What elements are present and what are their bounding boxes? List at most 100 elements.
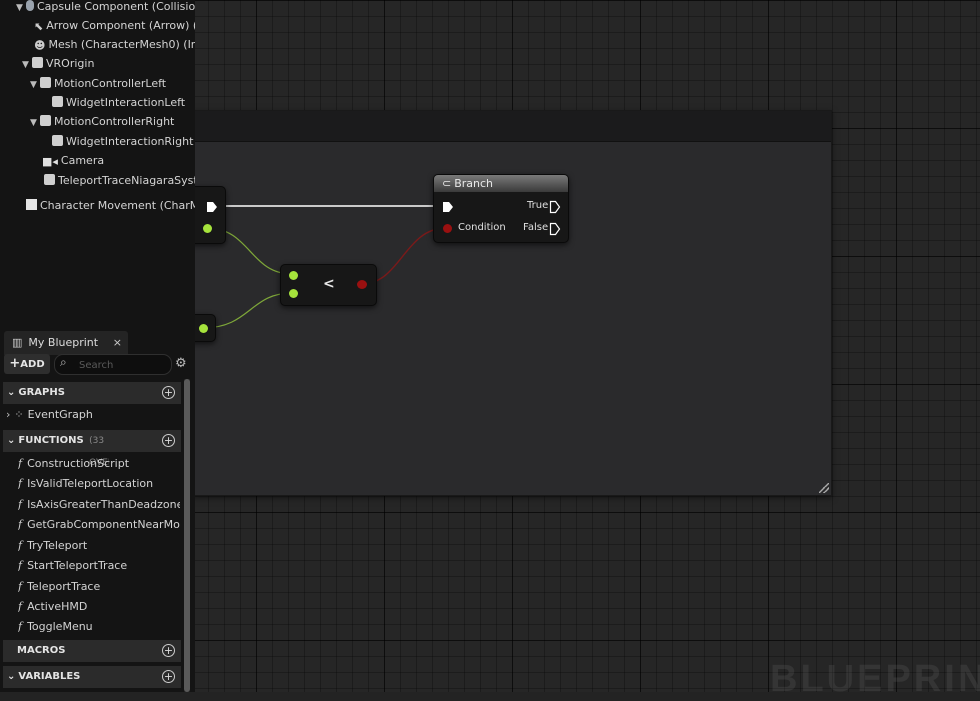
branch-title: Branch (454, 177, 494, 190)
book-icon: ▥ (12, 336, 23, 349)
functions-section-header[interactable]: ⌄FUNCTIONS (33 OVERRIDABLE) + (3, 430, 181, 468)
function-label: TryTeleport (27, 539, 88, 552)
tree-item-widget-interaction-right[interactable]: WidgetInteractionRight (52, 132, 193, 151)
float-in-pin-a-icon[interactable] (289, 271, 298, 280)
branch-node[interactable]: ⊂ Branch Condition True False (433, 174, 569, 243)
chevron-down-icon: ⌄ (7, 671, 16, 682)
motion-controller-icon (40, 115, 51, 126)
add-graph-icon[interactable]: + (162, 386, 175, 399)
function-icon: ƒ (18, 600, 23, 613)
chevron-down-icon: ⌄ (7, 387, 16, 398)
branch-title-bar[interactable]: ⊂ Branch (434, 175, 568, 192)
camera-icon: ■◂ (42, 155, 58, 168)
true-exec-out-pin-icon[interactable] (549, 200, 561, 214)
variables-label: VARIABLES (18, 671, 81, 682)
scene-component-icon (32, 57, 43, 68)
variables-section-header[interactable]: ⌄ VARIABLES + (3, 666, 181, 688)
my-blueprint-tab[interactable]: ▥ My Blueprint × (4, 331, 128, 355)
float-in-pin-b-icon[interactable] (289, 289, 298, 298)
tree-item-label: WidgetInteractionLeft (66, 96, 186, 109)
function-item[interactable]: ƒ StartTeleportTrace (18, 556, 180, 575)
float-out-pin-icon[interactable] (199, 324, 208, 333)
function-item[interactable]: ƒ GetGrabComponentNearMotionController (18, 515, 180, 534)
add-macro-icon[interactable]: + (162, 644, 175, 657)
graphs-section-header[interactable]: ⌄ GRAPHS + (3, 382, 181, 404)
add-button[interactable]: +ADD (4, 354, 50, 374)
graphs-label: GRAPHS (18, 387, 65, 398)
function-icon: ƒ (18, 498, 23, 511)
false-exec-out-pin-icon[interactable] (549, 222, 561, 236)
macros-section-header[interactable]: MACROS + (3, 640, 181, 662)
tree-item-mesh[interactable]: ☻Mesh (CharacterMesh0) (Inherited) (34, 35, 195, 54)
condition-label: Condition (458, 222, 506, 233)
function-icon: ƒ (18, 620, 23, 633)
function-item[interactable]: ƒ ToggleMenu (18, 617, 180, 636)
function-item[interactable]: ƒ TryTeleport (18, 536, 180, 555)
scrollbar-thumb[interactable] (184, 379, 190, 692)
niagara-icon (44, 174, 55, 185)
bool-out-pin-icon[interactable] (357, 280, 367, 289)
tree-item-motion-controller-right[interactable]: ▼ MotionControllerRight (30, 112, 174, 131)
function-item[interactable]: ƒ ConstructionScript (18, 454, 180, 473)
search-icon: ⌕ (60, 355, 67, 369)
add-variable-icon[interactable]: + (162, 670, 175, 683)
tree-item-label: WidgetInteractionRight (66, 135, 194, 148)
expand-arrow-icon[interactable]: ▼ (30, 114, 40, 133)
function-item[interactable]: ƒ ActiveHMD (18, 597, 180, 616)
tree-item-label: Character Movement (CharMoveComp) (40, 199, 195, 212)
gear-icon[interactable]: ⚙ (175, 356, 187, 371)
function-item[interactable]: ƒ IsValidTeleportLocation (18, 474, 180, 493)
function-label: StartTeleportTrace (27, 559, 128, 572)
function-icon: ƒ (18, 477, 23, 490)
tree-item-label: VROrigin (46, 57, 95, 70)
chevron-down-icon: ⌄ (7, 435, 16, 446)
tree-item-vrorigin[interactable]: ▼ VROrigin (22, 54, 94, 73)
exec-out-pin-icon[interactable] (205, 200, 219, 214)
blueprint-watermark: BLUEPRINT (770, 658, 980, 700)
tree-item-label: Camera (60, 154, 105, 167)
expand-arrow-icon[interactable]: ▼ (22, 56, 32, 75)
tree-item-character-movement[interactable]: Character Movement (CharMoveComp) (26, 196, 195, 215)
tab-label: My Blueprint (28, 336, 99, 349)
expand-arrow-icon[interactable]: ▼ (30, 76, 40, 95)
tree-item-widget-interaction-left[interactable]: WidgetInteractionLeft (52, 93, 185, 112)
function-item[interactable]: ƒ TeleportTrace (18, 577, 180, 596)
less-than-node[interactable]: < (280, 264, 377, 306)
tree-item-label: Capsule Component (CollisionCylinder) (37, 0, 195, 13)
close-icon[interactable]: × (113, 331, 122, 355)
scrollbar[interactable] (184, 379, 190, 692)
search-field[interactable]: ⌕ (54, 354, 172, 375)
float-wire-b (202, 292, 293, 329)
function-item[interactable]: ƒ IsAxisGreaterThanDeadzone (18, 495, 180, 514)
graph-item-eventgraph[interactable]: › ⁘ EventGraph (6, 405, 168, 424)
widget-interaction-icon (52, 135, 63, 146)
function-icon: ƒ (18, 518, 23, 531)
function-label: ToggleMenu (27, 620, 93, 633)
capsule-icon (26, 0, 34, 11)
exec-in-pin-icon[interactable] (441, 200, 455, 214)
expand-arrow-icon[interactable]: ▼ (16, 0, 26, 18)
add-label: ADD (20, 359, 45, 370)
plus-icon: + (9, 356, 21, 371)
motion-controller-icon (40, 77, 51, 88)
components-panel: ▼ Capsule Component (CollisionCylinder) ⬉… (0, 0, 195, 327)
tree-item-label: Mesh (CharacterMesh0) (Inherited) (48, 38, 195, 51)
tree-item-teleport-trace-niagara[interactable]: TeleportTraceNiagaraSystem (44, 171, 195, 190)
tree-item-arrow-component[interactable]: ⬉Arrow Component (Arrow) (Inherited) (34, 16, 195, 35)
macros-label: MACROS (17, 645, 66, 656)
function-icon: ƒ (18, 539, 23, 552)
tree-item-motion-controller-left[interactable]: ▼ MotionControllerLeft (30, 74, 166, 93)
condition-pin-icon[interactable] (443, 224, 452, 233)
float-out-pin-icon[interactable] (203, 224, 212, 233)
tree-item-camera[interactable]: ■◂ Camera (42, 151, 104, 170)
branch-icon: ⊂ (442, 177, 452, 190)
function-label: ConstructionScript (27, 457, 130, 470)
my-blueprint-panel: ▥My Blueprint × +ADD ⌕ ⚙ ⌄GRAPHS + ›⁘Eve… (0, 327, 195, 692)
chevron-right-icon[interactable]: › (6, 408, 10, 421)
search-input[interactable] (77, 356, 171, 374)
add-function-icon[interactable]: + (162, 434, 175, 447)
function-icon: ƒ (18, 559, 23, 572)
function-label: ActiveHMD (27, 600, 88, 613)
tree-item-label: Arrow Component (Arrow) (Inherited) (46, 19, 195, 32)
tree-item-capsule[interactable]: ▼ Capsule Component (CollisionCylinder) (16, 0, 195, 16)
